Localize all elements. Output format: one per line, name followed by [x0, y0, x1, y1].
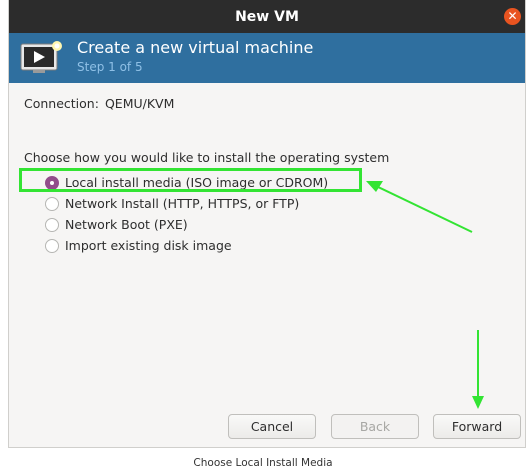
new-vm-dialog: New VM ✕ Create a new virtual machine St… [8, 0, 526, 448]
radio-import-disk-image[interactable]: Import existing disk image [45, 235, 328, 256]
figure-caption: Choose Local Install Media [193, 457, 333, 469]
forward-button[interactable]: Forward [433, 414, 521, 439]
wizard-title: Create a new virtual machine [77, 38, 314, 57]
cancel-button[interactable]: Cancel [228, 414, 316, 439]
radio-network-boot[interactable]: Network Boot (PXE) [45, 214, 328, 235]
connection-label: Connection: [24, 96, 99, 111]
option-label: Network Install (HTTP, HTTPS, or FTP) [65, 196, 300, 211]
option-label: Network Boot (PXE) [65, 217, 188, 232]
wizard-step: Step 1 of 5 [77, 60, 143, 74]
radio-button[interactable] [45, 196, 59, 211]
radio-local-install-media[interactable]: Local install media (ISO image or CDROM) [45, 172, 328, 193]
connection-value: QEMU/KVM [104, 96, 175, 111]
radio-button-selected[interactable] [45, 175, 59, 190]
back-button: Back [331, 414, 419, 439]
connection-row: Connection: QEMU/KVM [24, 96, 174, 111]
virtual-machine-monitor-icon [20, 41, 62, 73]
install-method-prompt: Choose how you would like to install the… [24, 150, 390, 165]
wizard-header: Create a new virtual machine Step 1 of 5 [9, 33, 525, 83]
window-title: New VM [235, 8, 299, 25]
radio-button[interactable] [45, 238, 59, 253]
radio-button[interactable] [45, 217, 59, 232]
option-label: Import existing disk image [65, 238, 232, 253]
option-label: Local install media (ISO image or CDROM) [65, 175, 329, 190]
close-icon[interactable]: ✕ [504, 8, 521, 25]
radio-network-install[interactable]: Network Install (HTTP, HTTPS, or FTP) [45, 193, 328, 214]
install-method-options: Local install media (ISO image or CDROM)… [45, 172, 328, 256]
titlebar: New VM ✕ [9, 0, 525, 33]
